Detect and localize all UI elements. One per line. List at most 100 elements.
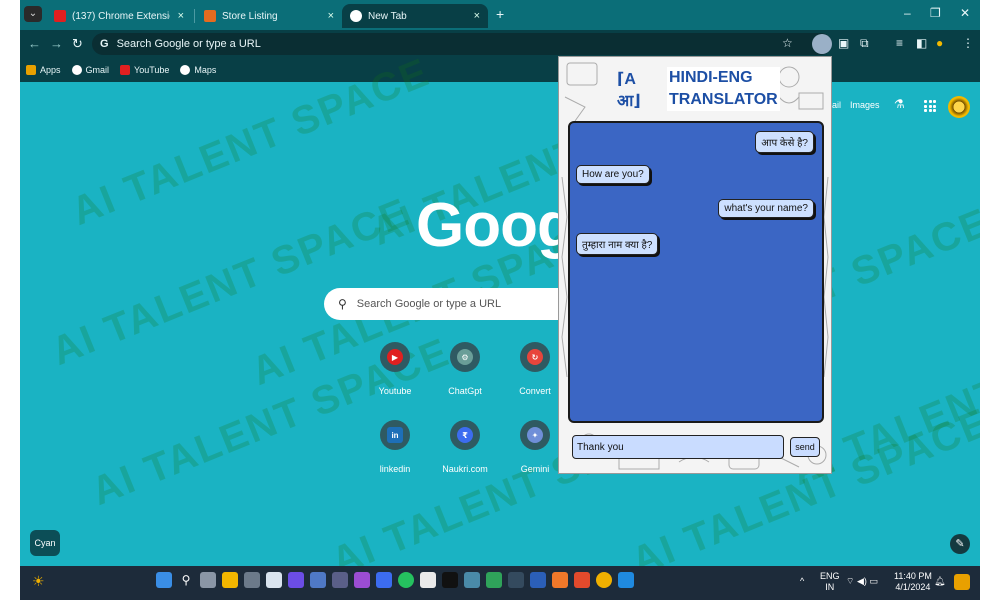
chat-area[interactable]: आप केसे है? How are you? what's your nam… [568, 121, 824, 423]
reading-list-icon[interactable]: ≡ [896, 36, 903, 50]
bookmark-label: Maps [194, 65, 217, 75]
taskbar-apps: ⚲ [156, 572, 634, 588]
globe-icon [180, 65, 191, 75]
extension-icon[interactable]: ▣ [838, 36, 849, 50]
powershell-icon[interactable] [530, 572, 546, 588]
tab-search-button[interactable]: ⌄ [24, 6, 42, 22]
bookmark-apps[interactable]: Apps [26, 65, 61, 75]
chat-bubble-left: How are you? [576, 165, 650, 184]
windows-start-icon[interactable] [156, 572, 172, 588]
tab-close-icon[interactable]: × [178, 10, 184, 22]
translator-title: HINDI-ENG TRANSLATOR [667, 67, 780, 111]
theme-button[interactable]: Cyan [30, 530, 60, 556]
tab-separator [194, 9, 195, 23]
search-icon: ⚲ [338, 297, 347, 311]
globe-icon [71, 65, 82, 75]
close-window-icon[interactable]: ✕ [960, 6, 970, 20]
apps-grid-icon [26, 65, 36, 75]
customize-pencil-icon[interactable]: ✎ [950, 534, 970, 554]
bookmark-label: Apps [40, 65, 61, 75]
youtube-icon: ▶ [387, 349, 403, 365]
forward-icon[interactable]: → [50, 36, 63, 51]
excel-icon[interactable] [486, 572, 502, 588]
reload-icon[interactable]: ↻ [72, 36, 83, 52]
vscode-icon[interactable] [618, 572, 634, 588]
app-icon[interactable] [464, 572, 480, 588]
visual-studio-icon[interactable] [288, 572, 304, 588]
logo-top-text: ⌈A [617, 71, 636, 88]
google-account-avatar[interactable] [948, 96, 970, 118]
linkedin-icon: in [387, 427, 403, 443]
profile-avatar[interactable] [812, 34, 832, 54]
bookmark-label: YouTube [134, 65, 170, 75]
naukri-icon: ₹ [457, 427, 473, 443]
images-link[interactable]: Images [850, 100, 880, 110]
gmail-link[interactable]: ail [832, 100, 841, 110]
window-icon[interactable] [420, 572, 436, 588]
restore-icon[interactable]: ❐ [930, 6, 941, 20]
translator-popup: ⌈A आ⌋ HINDI-ENG TRANSLATOR आप केसे है? H… [558, 56, 832, 474]
labs-flask-icon[interactable]: ⚗ [894, 97, 905, 111]
bookmark-gmail[interactable]: Gmail [71, 65, 109, 75]
tab-strip: ⌄ (137) Chrome Extension Develo × Store … [20, 0, 980, 30]
search-icon[interactable]: ⚲ [178, 572, 194, 588]
translator-logo-icon: ⌈A आ⌋ [617, 69, 657, 110]
git-icon[interactable] [574, 572, 590, 588]
message-input[interactable] [572, 435, 784, 459]
tab-close-icon[interactable]: × [328, 10, 334, 22]
address-placeholder: Search Google or type a URL [116, 38, 261, 50]
tab-store-listing[interactable]: Store Listing × [196, 4, 342, 28]
vs-purple-icon[interactable] [354, 572, 370, 588]
xampp-icon[interactable] [552, 572, 568, 588]
language-indicator[interactable]: ENG IN [820, 571, 840, 593]
chrome-favicon-icon [350, 10, 362, 22]
bookmark-youtube[interactable]: YouTube [120, 65, 169, 75]
region-code: IN [825, 582, 835, 592]
puzzle-extensions-icon[interactable]: ⧉ [860, 36, 869, 51]
chrome-icon[interactable] [596, 572, 612, 588]
photos-icon[interactable] [310, 572, 326, 588]
shortcut-label: Youtube [378, 386, 412, 396]
whatsapp-icon[interactable] [398, 572, 414, 588]
docs-icon[interactable] [376, 572, 392, 588]
wifi-volume-battery-icon[interactable]: ⌔ ◀) ▭ [846, 576, 878, 587]
file-explorer-icon[interactable] [222, 572, 238, 588]
browser-toolbar: ← → ↻ G Search Google or type a URL ☆ ▣ … [20, 30, 980, 58]
account-avatar-icon[interactable]: ● [936, 36, 943, 50]
copilot-icon[interactable] [954, 574, 970, 590]
bookmark-maps[interactable]: Maps [180, 65, 216, 75]
tab-close-icon[interactable]: × [474, 10, 480, 22]
chat-bubble-left: तुम्हारा नाम क्या है? [576, 233, 659, 255]
bookmark-star-icon[interactable]: ☆ [782, 36, 793, 50]
shortcut-naukri[interactable]: ₹ Naukri.com [425, 420, 505, 474]
shortcut-youtube[interactable]: ▶ Youtube [355, 342, 435, 396]
minimize-icon[interactable]: – [904, 6, 911, 20]
tab-new-tab[interactable]: New Tab × [342, 4, 488, 28]
title-line-1: HINDI-ENG [667, 67, 780, 89]
ntp-search-box[interactable]: ⚲ Search Google or type a URL [324, 288, 584, 320]
menu-kebab-icon[interactable]: ⋮ [962, 36, 974, 50]
notification-bell-icon[interactable]: 🔔︎ [934, 576, 945, 587]
shortcut-chatgpt[interactable]: ⚙ ChatGpt [425, 342, 505, 396]
app-icon[interactable] [508, 572, 524, 588]
send-button[interactable]: send [790, 437, 820, 457]
tray-chevron-icon[interactable]: ^ [800, 576, 804, 587]
back-icon[interactable]: ← [28, 36, 41, 51]
side-panel-icon[interactable]: ◧ [916, 36, 927, 50]
google-g-icon: G [100, 38, 109, 50]
chatgpt-icon: ⚙ [457, 349, 473, 365]
notepad-icon[interactable] [266, 572, 282, 588]
new-tab-button[interactable]: + [496, 6, 504, 22]
title-line-2: TRANSLATOR [667, 89, 780, 111]
store-icon[interactable] [332, 572, 348, 588]
clock[interactable]: 11:40 PM 4/1/2024 [894, 571, 932, 593]
task-view-icon[interactable] [200, 572, 216, 588]
tab-chrome-extension[interactable]: (137) Chrome Extension Develo × [46, 4, 192, 28]
terminal-icon[interactable] [442, 572, 458, 588]
google-apps-icon[interactable] [924, 100, 936, 112]
shortcut-linkedin[interactable]: in linkedin [355, 420, 435, 474]
weather-icon[interactable]: ☀ [32, 573, 52, 593]
settings-gear-icon[interactable] [244, 572, 260, 588]
address-bar[interactable]: G Search Google or type a URL [92, 33, 832, 55]
tab-label: New Tab [368, 10, 407, 22]
